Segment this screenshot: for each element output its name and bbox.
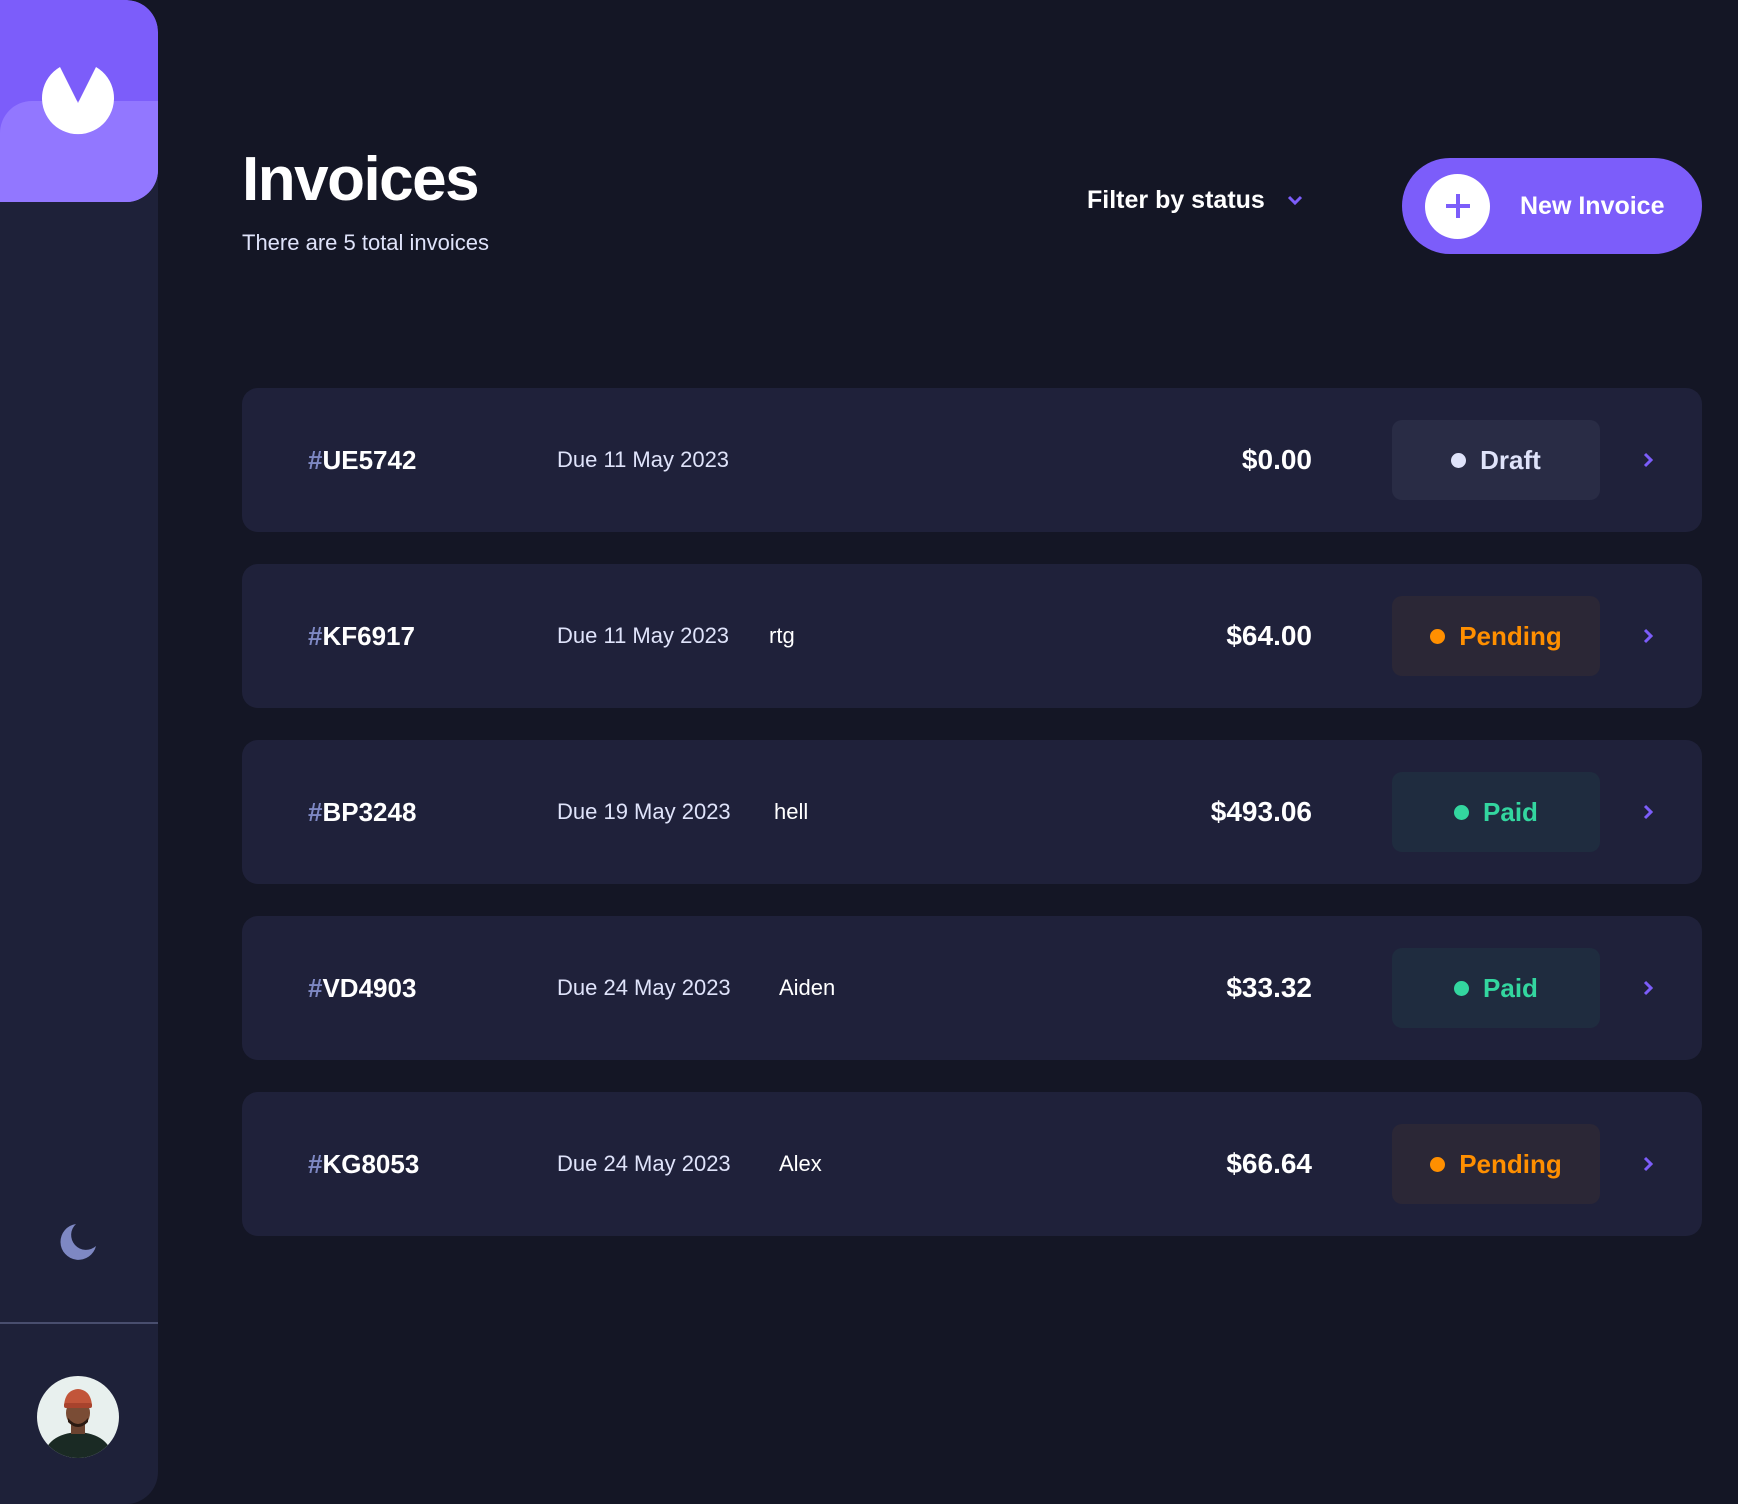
status-dot xyxy=(1454,804,1470,820)
new-invoice-label: New Invoice xyxy=(1520,191,1665,220)
theme-toggle-button[interactable] xyxy=(50,1214,106,1270)
invoice-id-hash: # xyxy=(308,796,323,827)
invoice-count-text: There are 5 total invoices xyxy=(242,230,490,255)
status-badge: Pending xyxy=(1392,1124,1600,1204)
chevron-right-icon[interactable] xyxy=(1638,978,1658,998)
main-content: Invoices There are 5 total invoices Filt… xyxy=(242,0,1702,1504)
plus-icon xyxy=(1445,194,1470,218)
invoice-amount: $0.00 xyxy=(1241,444,1312,475)
invoice-due-date: Due 24 May 2023 xyxy=(557,1151,731,1176)
status-dot xyxy=(1451,452,1467,468)
page-title: Invoices xyxy=(242,145,480,214)
invoice-due-date: Due 11 May 2023 xyxy=(557,623,730,648)
invoice-row[interactable]: # VD4903 Due 24 May 2023 Aiden $33.32 Pai… xyxy=(242,916,1702,1060)
invoice-id-value: UE5742 xyxy=(322,444,417,475)
invoice-due-date: Due 24 May 2023 xyxy=(557,975,731,1000)
logo[interactable] xyxy=(0,0,158,202)
status-badge: Paid xyxy=(1392,948,1600,1028)
invoice-id-value: VD4903 xyxy=(322,972,417,1003)
chevron-right-icon[interactable] xyxy=(1638,626,1658,646)
invoice-id-hash: # xyxy=(308,444,323,475)
avatar[interactable] xyxy=(37,1376,119,1458)
chevron-right-icon[interactable] xyxy=(1638,802,1658,822)
chevron-right-icon[interactable] xyxy=(1638,450,1658,470)
invoice-id-value: KF6917 xyxy=(322,620,415,651)
new-invoice-button[interactable]: New Invoice xyxy=(1402,158,1702,254)
sidebar xyxy=(0,0,158,1504)
avatar-image xyxy=(37,1376,119,1458)
invoice-client-name: hell xyxy=(774,799,809,824)
status-badge: Paid xyxy=(1392,772,1600,852)
status-label: Draft xyxy=(1480,444,1541,475)
invoice-due-date: Due 11 May 2023 xyxy=(557,447,730,472)
invoice-row[interactable]: # UE5742 Due 11 May 2023 $0.00 Draft xyxy=(242,388,1702,532)
invoice-id: # BP3248 xyxy=(308,740,416,884)
invoice-row[interactable]: # BP3248 Due 19 May 2023 hell $493.06 Pai… xyxy=(242,740,1702,884)
sidebar-divider xyxy=(0,1322,158,1324)
logo-icon xyxy=(42,67,115,135)
invoice-id-hash: # xyxy=(308,620,323,651)
invoice-id: # UE5742 xyxy=(308,388,416,532)
invoice-amount: $66.64 xyxy=(1226,1148,1312,1179)
invoice-client-name: Alex xyxy=(779,1151,822,1176)
invoice-amount: $493.06 xyxy=(1210,796,1312,827)
status-dot xyxy=(1430,1156,1446,1172)
filter-label: Filter by status xyxy=(1087,186,1265,214)
invoice-due-date: Due 19 May 2023 xyxy=(557,799,731,824)
invoice-client-name: Aiden xyxy=(779,975,836,1000)
invoice-id: # VD4903 xyxy=(308,916,416,1060)
invoice-list: # UE5742 Due 11 May 2023 $0.00 Draft # KF6… xyxy=(242,388,1702,1268)
invoice-id-value: KG8053 xyxy=(322,1148,420,1179)
chevron-right-icon[interactable] xyxy=(1638,1154,1658,1174)
status-badge: Pending xyxy=(1392,596,1600,676)
status-dot xyxy=(1454,980,1470,996)
moon-icon xyxy=(60,1224,96,1260)
invoice-client-name: rtg xyxy=(769,623,795,648)
invoice-id: # KF6917 xyxy=(308,564,415,708)
filter-by-status-dropdown[interactable]: Filter by status xyxy=(1087,186,1303,215)
status-label: Paid xyxy=(1483,796,1538,827)
invoice-id: # KG8053 xyxy=(308,1092,419,1236)
invoice-id-hash: # xyxy=(308,1148,323,1179)
invoice-amount: $64.00 xyxy=(1226,620,1312,651)
new-invoice-icon-circle xyxy=(1425,173,1490,239)
invoice-id-value: BP3248 xyxy=(322,796,417,827)
status-label: Pending xyxy=(1459,620,1562,651)
invoice-amount: $33.32 xyxy=(1226,972,1312,1003)
invoice-row[interactable]: # KG8053 Due 24 May 2023 Alex $66.64 Pend… xyxy=(242,1092,1702,1236)
status-label: Pending xyxy=(1459,1148,1562,1179)
status-dot xyxy=(1430,628,1446,644)
chevron-down-icon xyxy=(1287,195,1302,206)
app: Invoices There are 5 total invoices Filt… xyxy=(0,0,1738,1504)
status-badge: Draft xyxy=(1392,420,1600,500)
invoice-id-hash: # xyxy=(308,972,323,1003)
invoice-row[interactable]: # KF6917 Due 11 May 2023 rtg $64.00 Pendi… xyxy=(242,564,1702,708)
status-label: Paid xyxy=(1483,972,1538,1003)
